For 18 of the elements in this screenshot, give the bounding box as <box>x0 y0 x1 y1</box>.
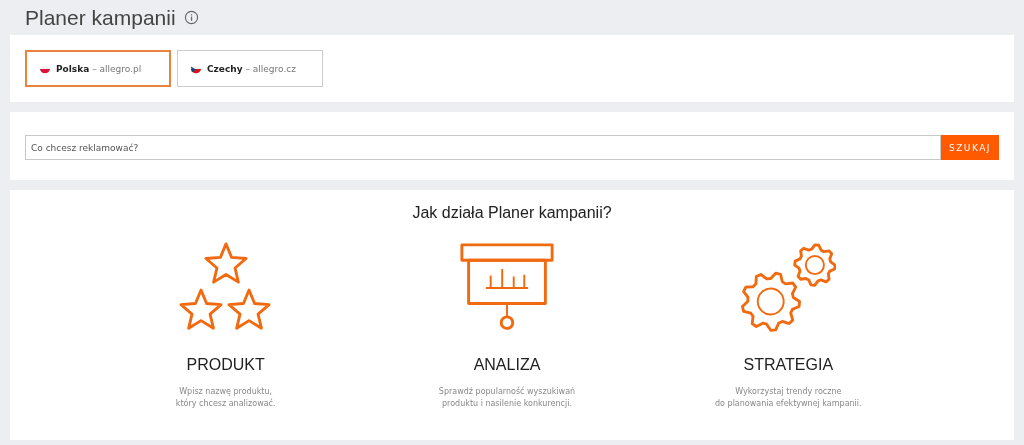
market-tab[interactable]: Czechy – allegro.cz <box>177 50 323 87</box>
domain-label: – allegro.pl <box>91 63 142 74</box>
info-icon[interactable] <box>183 10 199 25</box>
step-description: Sprawdź popularność wyszukiwań produktu i nasilenie konkurencji. <box>438 386 576 410</box>
step-title: STRATEGIA <box>743 356 834 374</box>
step-title: PRODUKT <box>186 356 265 374</box>
domain-label: – allegro.cz <box>244 63 296 74</box>
section-heading: Jak działa Planer kampanii? <box>411 204 613 222</box>
flag-icon <box>190 63 202 74</box>
country-label: Czechy <box>207 63 243 74</box>
step-description: Wpisz nazwę produktu, który chcesz analizować. <box>175 386 276 410</box>
country-label: Polska <box>56 63 90 74</box>
flag-icon <box>39 63 51 74</box>
step-title: ANALIZA <box>473 356 541 374</box>
market-tab[interactable]: Polska – allegro.pl <box>25 50 171 87</box>
page-title: Planer kampanii <box>25 5 176 30</box>
search-field[interactable]: Co chcesz reklamować? <box>25 135 941 160</box>
step-description: Wykorzystaj trendy roczne do planowania efektywnej kampanii. <box>715 386 862 410</box>
